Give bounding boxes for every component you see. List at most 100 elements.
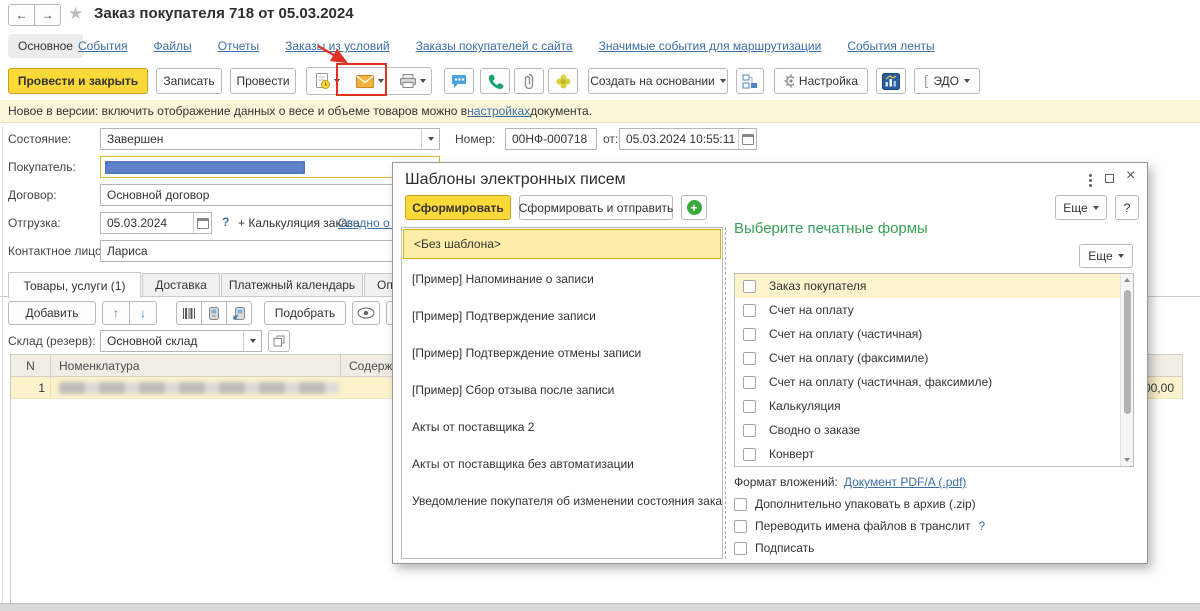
print-form-row[interactable]: Конверт — [735, 442, 1122, 466]
paperclip-icon — [523, 73, 535, 89]
translit-help-icon[interactable]: ? — [979, 519, 986, 533]
checkbox[interactable] — [734, 520, 747, 533]
structure-button[interactable] — [736, 68, 764, 94]
data-terminal-load-button[interactable] — [201, 301, 227, 325]
create-file-menu-button[interactable] — [307, 68, 348, 94]
pick-items-button[interactable]: Подобрать — [264, 301, 346, 325]
template-item[interactable]: [Пример] Напоминание о записи — [402, 260, 722, 297]
tab-main[interactable]: Основное — [8, 34, 83, 58]
contract-combo[interactable]: Основной договор — [100, 184, 440, 206]
checkbox[interactable] — [743, 400, 756, 413]
tab-goods-services[interactable]: Товары, услуги (1) — [8, 272, 141, 298]
print-menu-button[interactable] — [392, 68, 434, 94]
tab-events[interactable]: События — [78, 39, 128, 53]
view-button[interactable] — [352, 301, 380, 325]
translit-checkbox-row[interactable]: Переводить имена файлов в транслит ? — [734, 519, 985, 533]
checkbox[interactable] — [743, 352, 756, 365]
checkbox[interactable] — [734, 498, 747, 511]
date-input[interactable]: 05.03.2024 10:55:11 — [619, 128, 757, 150]
sign-checkbox-row[interactable]: Подписать — [734, 541, 814, 555]
checkbox[interactable] — [743, 448, 756, 461]
add-template-button[interactable]: + — [681, 195, 707, 220]
contact-input[interactable]: Лариса — [100, 240, 440, 262]
tab-reports[interactable]: Отчеты — [218, 39, 259, 53]
attachment-format-link[interactable]: Документ PDF/A (.pdf) — [844, 475, 967, 489]
template-item[interactable]: Акты от поставщика без автоматизации — [402, 445, 722, 482]
save-button[interactable]: Записать — [156, 68, 222, 94]
dialog-more-button[interactable]: Еще — [1055, 195, 1107, 220]
print-forms-more-button[interactable]: Еще — [1079, 244, 1133, 268]
zip-checkbox-row[interactable]: Дополнительно упаковать в архив (.zip) — [734, 497, 976, 511]
template-item-selected[interactable]: <Без шаблона> — [403, 229, 721, 259]
discuss-flower-button[interactable] — [548, 68, 578, 94]
print-form-row[interactable]: Счет на оплату — [735, 298, 1122, 322]
open-warehouse-button[interactable] — [268, 330, 290, 352]
print-form-row[interactable]: Счет на оплату (частичная) — [735, 322, 1122, 346]
shipment-help-icon[interactable]: ? — [222, 215, 229, 229]
data-terminal-unload-button[interactable] — [226, 301, 252, 325]
print-forms-scrollbar[interactable] — [1120, 274, 1133, 466]
envelope-icon — [356, 75, 374, 88]
checkbox[interactable] — [734, 542, 747, 555]
tab-routing-events[interactable]: Значимые события для маршрутизации — [599, 39, 822, 53]
create-based-on-button[interactable]: Создать на основании — [588, 68, 728, 94]
scroll-up-icon[interactable] — [1124, 278, 1130, 282]
panel-splitter[interactable] — [725, 227, 726, 559]
tab-payment-calendar[interactable]: Платежный календарь — [221, 273, 363, 297]
favorite-star-icon[interactable]: ★ — [68, 4, 83, 24]
template-item[interactable]: [Пример] Сбор отзыва после записи — [402, 371, 722, 408]
shipment-date-value: 05.03.2024 — [101, 216, 193, 230]
checkbox[interactable] — [743, 376, 756, 389]
discussion-button[interactable] — [444, 68, 474, 94]
tab-feed-events[interactable]: События ленты — [847, 39, 934, 53]
tab-orders-from-conditions[interactable]: Заказы из условий — [285, 39, 389, 53]
post-button[interactable]: Провести — [230, 68, 296, 94]
shipment-date-input[interactable]: 05.03.2024 — [100, 212, 212, 234]
monitor-button[interactable] — [876, 68, 906, 94]
move-down-button[interactable]: ↓ — [129, 301, 157, 325]
generate-button[interactable]: Сформировать — [405, 195, 511, 220]
template-item[interactable]: Уведомление покупателя об изменении сост… — [402, 482, 722, 519]
generate-and-send-button[interactable]: Сформировать и отправить — [519, 195, 673, 220]
maximize-icon[interactable] — [1105, 174, 1114, 183]
edo-button[interactable]: ЭДО — [914, 68, 980, 94]
template-item[interactable]: [Пример] Подтверждение отмены записи — [402, 334, 722, 371]
barcode-scan-button[interactable] — [176, 301, 202, 325]
attachments-button[interactable] — [514, 68, 544, 94]
help-button[interactable]: ? — [1115, 195, 1139, 220]
tab-delivery[interactable]: Доставка — [142, 273, 220, 297]
print-form-label: Счет на оплату (частичная, факсимиле) — [769, 375, 992, 389]
warehouse-combo[interactable]: Основной склад — [100, 330, 262, 352]
print-form-row[interactable]: Счет на оплату (факсимиле) — [735, 346, 1122, 370]
send-email-menu-button[interactable] — [348, 68, 392, 94]
banner-suffix: документа. — [530, 104, 592, 118]
state-combo[interactable]: Завершен — [100, 128, 440, 150]
print-form-row[interactable]: Счет на оплату (частичная, факсимиле) — [735, 370, 1122, 394]
history-forward-button[interactable]: → — [34, 4, 61, 26]
tab-site-orders[interactable]: Заказы покупателей с сайта — [416, 39, 573, 53]
tab-files[interactable]: Файлы — [154, 39, 192, 53]
dialog-more-icon[interactable] — [1087, 172, 1094, 189]
post-and-close-button[interactable]: Провести и закрыть — [8, 68, 148, 94]
template-item[interactable]: Акты от поставщика 2 — [402, 408, 722, 445]
close-icon[interactable]: × — [1126, 167, 1135, 185]
settings-button[interactable]: Настройка — [774, 68, 868, 94]
checkbox[interactable] — [743, 328, 756, 341]
call-button[interactable] — [480, 68, 510, 94]
banner-settings-link[interactable]: настройках — [467, 104, 530, 118]
move-up-button[interactable]: ↑ — [102, 301, 130, 325]
scrollbar-thumb[interactable] — [1124, 290, 1131, 414]
scroll-down-icon[interactable] — [1124, 458, 1130, 462]
number-input[interactable]: 00НФ-000718 — [505, 128, 597, 150]
print-form-row[interactable]: Заказ покупателя — [735, 274, 1122, 298]
template-item[interactable]: [Пример] Подтверждение записи — [402, 297, 722, 334]
history-back-button[interactable]: ← — [8, 4, 35, 26]
add-row-button[interactable]: Добавить — [8, 301, 96, 325]
checkbox[interactable] — [743, 280, 756, 293]
print-form-row[interactable]: Калькуляция — [735, 394, 1122, 418]
customer-combo[interactable] — [100, 156, 440, 178]
checkbox[interactable] — [743, 424, 756, 437]
checkbox[interactable] — [743, 304, 756, 317]
print-form-row[interactable]: Сводно о заказе — [735, 418, 1122, 442]
eye-icon — [357, 307, 375, 319]
